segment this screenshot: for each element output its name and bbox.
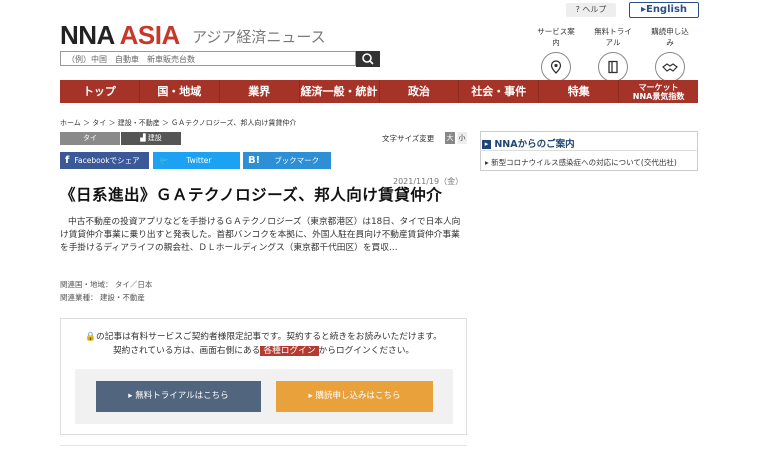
tag-industry[interactable]: ▟ 建設: [121, 132, 181, 145]
related-industry[interactable]: 関連業種： 建設・不動産: [60, 292, 145, 303]
related-country[interactable]: 関連国・地域： タイ／日本: [60, 279, 152, 290]
login-badge[interactable]: 各種ログイン: [260, 346, 319, 356]
tool-label: 購読申し込み: [651, 27, 689, 47]
paywall-message: 🔒の記事は有料サービスご契約者様限定記事です。契約すると続きをお読みいただけます…: [60, 330, 467, 358]
twitter-icon: 🐦: [159, 156, 169, 165]
twitter-label: Twitter: [186, 156, 212, 165]
hatena-bookmark-button[interactable]: B! ブックマーク: [243, 152, 331, 169]
sidebar-heading-label: NNAからのご案内: [494, 139, 575, 150]
nav-item-country[interactable]: 国・地域: [140, 80, 220, 103]
paywall-line2-post: からログインください。: [318, 346, 415, 356]
sidebar-heading: ▸ NNAからのご案内: [482, 136, 575, 150]
free-trial-button[interactable]: ▸ 無料トライアルはこちら: [96, 381, 261, 412]
breadcrumb[interactable]: ホーム ＞ タイ ＞ 建設・不動産 ＞ ＧＡテクノロジーズ、邦人向け賃貸仲介: [60, 118, 296, 128]
bookmark-label: ブックマーク: [274, 156, 320, 165]
twitter-share-button[interactable]: 🐦 Twitter: [153, 152, 240, 169]
font-size-large-button[interactable]: 大: [445, 132, 455, 144]
logo-subtitle: アジア経済ニュース: [192, 28, 326, 46]
english-label: English: [645, 4, 688, 15]
book-icon: [598, 52, 628, 82]
font-size-label: 文字サイズ変更: [382, 134, 435, 143]
info-pin-icon: [541, 52, 571, 82]
help-icon: ?: [575, 5, 580, 14]
search-icon: [362, 53, 374, 65]
facebook-label: Facebookでシェア: [74, 156, 140, 165]
english-button[interactable]: ▸English: [629, 2, 699, 18]
tool-label: サービス案内: [537, 27, 575, 47]
nav-item-politics[interactable]: 政治: [380, 80, 460, 103]
sidebar-notice-label: 新型コロナウイルス感染症への対応について(交代出社): [491, 158, 677, 167]
paywall-line1: の記事は有料サービスご契約者様限定記事です。契約すると続きをお読みいただけます。: [96, 332, 442, 342]
nav-item-industry[interactable]: 業界: [220, 80, 300, 103]
nav-item-top[interactable]: トップ: [60, 80, 140, 103]
main-nav: トップ 国・地域 業界 経済一般・統計 政治 社会・事件 特集 マーケット NN…: [60, 80, 698, 103]
tag-country[interactable]: タイ: [60, 132, 120, 145]
search-input[interactable]: （例）中国 自動車 新車販売台数: [60, 51, 356, 66]
nav-item-feature[interactable]: 特集: [539, 80, 620, 103]
divider: [60, 445, 467, 446]
service-info-link[interactable]: サービス案内: [536, 26, 576, 82]
nna-asia-logo[interactable]: NNA ASIA: [60, 20, 180, 51]
arrow-right-icon: ▸: [482, 140, 491, 149]
help-button[interactable]: ? ヘルプ: [566, 3, 616, 17]
subscribe-button[interactable]: ▸ 購読申し込みはこちら: [276, 381, 433, 412]
article-body: 中古不動産の投資アプリなどを手掛けるＧＡテクノロジーズ（東京都港区）は18日、タ…: [60, 217, 461, 253]
sidebar-notice-link[interactable]: ▸ 新型コロナウイルス感染症への対応について(交代出社): [485, 157, 677, 168]
tag-industry-label: 建設: [147, 134, 162, 142]
logo-main: NNA: [60, 20, 114, 50]
subscribe-label: 購読申し込みはこちら: [315, 391, 401, 401]
construction-icon: ▟: [140, 134, 146, 142]
nav-item-economy[interactable]: 経済一般・統計: [300, 80, 380, 103]
nav-item-market[interactable]: マーケット NNA景気指数: [619, 80, 698, 103]
search-button[interactable]: [356, 51, 380, 67]
article-title: 《日系進出》ＧＡテクノロジーズ、邦人向け賃貸仲介: [60, 186, 443, 204]
free-trial-link[interactable]: 無料トライアル: [593, 26, 633, 82]
nav-item-society[interactable]: 社会・事件: [459, 80, 540, 103]
font-size-small-button[interactable]: 小: [457, 132, 467, 144]
subscribe-link[interactable]: 購読申し込み: [650, 26, 690, 82]
logo-accent: ASIA: [119, 20, 181, 50]
free-trial-label: 無料トライアルはこちら: [135, 391, 229, 401]
handshake-icon: [655, 52, 685, 82]
paywall-line2-pre: 契約されている方は、画面右側にある: [112, 346, 261, 356]
divider: [480, 150, 698, 151]
facebook-icon: f: [65, 155, 70, 166]
tool-label: 無料トライアル: [594, 27, 632, 47]
lock-icon: 🔒: [85, 332, 97, 342]
help-label: ヘルプ: [582, 5, 607, 14]
hatena-icon: B!: [248, 155, 261, 166]
facebook-share-button[interactable]: f Facebookでシェア: [60, 152, 149, 169]
